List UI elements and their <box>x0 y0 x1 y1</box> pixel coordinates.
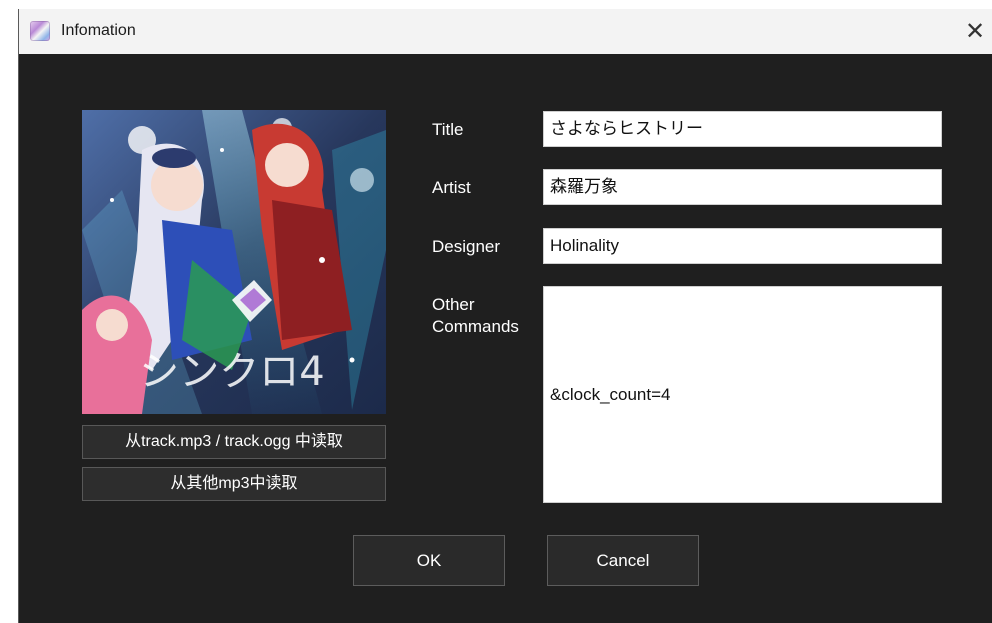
title-bar[interactable]: Infomation ✕ <box>19 9 992 54</box>
other-commands-textarea[interactable]: &clock_count=4 <box>543 286 942 503</box>
other-commands-value: &clock_count=4 <box>550 384 671 404</box>
read-from-other-mp3-button[interactable]: 从其他mp3中读取 <box>82 467 386 501</box>
read-from-track-button[interactable]: 从track.mp3 / track.ogg 中读取 <box>82 425 386 459</box>
window-title: Infomation <box>61 22 136 39</box>
cancel-button[interactable]: Cancel <box>547 535 699 586</box>
title-input[interactable]: さよならヒストリー <box>543 111 942 147</box>
cover-logo-text: シンクロ4 <box>139 349 324 395</box>
designer-input[interactable]: Holinality <box>543 228 942 264</box>
artist-label: Artist <box>432 178 471 197</box>
title-label: Title <box>432 120 464 139</box>
album-cover-image: シンクロ4 <box>82 110 386 414</box>
information-dialog: Infomation ✕ シンクロ4 从track.mp3 / track.og… <box>18 9 992 623</box>
other-commands-label: Other Commands <box>432 294 519 338</box>
ok-button[interactable]: OK <box>353 535 505 586</box>
other-commands-label-line1: Other <box>432 295 475 314</box>
designer-label: Designer <box>432 237 501 256</box>
close-button[interactable]: ✕ <box>957 9 992 54</box>
app-icon <box>30 21 50 41</box>
other-commands-label-line2: Commands <box>432 317 519 336</box>
artist-input[interactable]: 森羅万象 <box>543 169 942 205</box>
